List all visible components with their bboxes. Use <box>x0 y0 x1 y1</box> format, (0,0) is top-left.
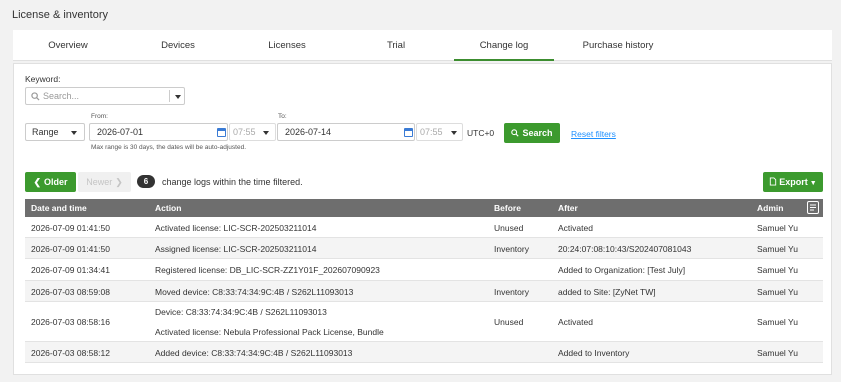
cell-date: 2026-07-03 08:58:16 <box>31 317 110 327</box>
chevron-down-icon: ▼ <box>809 180 817 187</box>
to-label: To: <box>278 113 287 120</box>
cell-action: Assigned license: LIC-SCR-202503211014 <box>155 244 317 254</box>
cell-admin: Samuel Yu <box>757 287 798 297</box>
export-button[interactable]: Export ▼ <box>763 172 823 192</box>
from-label: From: <box>91 113 108 120</box>
table-row[interactable]: 2026-07-03 08:58:16 Device: C8:33:74:34:… <box>25 302 823 342</box>
cell-date: 2026-07-09 01:41:50 <box>31 244 110 254</box>
cell-admin: Samuel Yu <box>757 265 798 275</box>
tab-bar: Overview Devices Licenses Trial Change l… <box>13 30 832 61</box>
cell-action-detail: Activated license: Nebula Professional P… <box>155 327 384 337</box>
tab-devices[interactable]: Devices <box>137 30 219 61</box>
from-date-input[interactable]: 2026-07-01 <box>89 123 228 141</box>
calendar-icon[interactable] <box>216 128 226 137</box>
cell-admin: Samuel Yu <box>757 348 798 358</box>
cell-before: Inventory <box>494 244 529 254</box>
cell-action: Registered license: DB_LIC-SCR-ZZ1Y01F_2… <box>155 265 380 275</box>
column-header-after: After <box>558 203 578 213</box>
cell-admin: Samuel Yu <box>757 317 798 327</box>
tab-licenses[interactable]: Licenses <box>245 30 329 61</box>
timezone-label: UTC+0 <box>467 128 495 138</box>
older-button-label: Older <box>44 177 68 187</box>
table-row[interactable]: 2026-07-09 01:41:50 Activated license: L… <box>25 217 823 238</box>
cell-action: Device: C8:33:74:34:9C:4B / S262L1109301… <box>155 307 327 317</box>
cell-action: Activated license: LIC-SCR-202503211014 <box>155 223 317 233</box>
keyword-search-field[interactable]: Search... <box>25 87 185 105</box>
column-header-admin: Admin <box>757 203 784 213</box>
cell-after: added to Site: [ZyNet TW] <box>558 287 656 297</box>
to-date-value: 2026-07-14 <box>285 127 332 137</box>
search-icon <box>511 129 520 137</box>
export-button-label: Export <box>779 177 808 187</box>
range-select[interactable]: Range <box>25 123 85 141</box>
table-row[interactable]: 2026-07-03 08:59:08 Moved device: C8:33:… <box>25 281 823 302</box>
table-header: Date and time Action Before After Admin <box>25 199 823 217</box>
chevron-down-icon <box>175 95 181 99</box>
to-time-select[interactable]: 07:55 <box>416 123 463 141</box>
cell-after: Activated <box>558 317 593 327</box>
cell-after: 20:24:07:08:10:43/S202407081043 <box>558 244 692 254</box>
from-time-value: 07:55 <box>233 127 256 137</box>
tab-overview[interactable]: Overview <box>25 30 111 61</box>
table-row[interactable]: 2026-07-03 08:58:12 Added device: C8:33:… <box>25 342 823 363</box>
calendar-icon[interactable] <box>403 128 413 137</box>
cell-date: 2026-07-03 08:59:08 <box>31 287 110 297</box>
tab-purchase-history[interactable]: Purchase history <box>564 30 672 61</box>
chevron-down-icon <box>451 131 457 135</box>
search-button-label: Search <box>522 128 553 138</box>
cell-admin: Samuel Yu <box>757 223 798 233</box>
change-log-panel: Keyword: Search... Range From: 2026-07-0… <box>13 63 832 375</box>
column-header-action: Action <box>155 203 182 213</box>
cell-date: 2026-07-09 01:41:50 <box>31 223 110 233</box>
table-row[interactable]: 2026-07-09 01:34:41 Registered license: … <box>25 259 823 281</box>
to-time-value: 07:55 <box>420 127 443 137</box>
document-icon <box>770 177 777 186</box>
chevron-left-icon: ❮ <box>33 177 42 187</box>
tab-trial[interactable]: Trial <box>356 30 436 61</box>
range-select-value: Range <box>32 127 59 137</box>
cell-before: Unused <box>494 317 524 327</box>
cell-before: Unused <box>494 223 524 233</box>
newer-button-label: Newer <box>86 177 113 187</box>
cell-before: Inventory <box>494 287 529 297</box>
cell-admin: Samuel Yu <box>757 244 798 254</box>
from-time-select[interactable]: 07:55 <box>229 123 276 141</box>
cell-date: 2026-07-03 08:58:12 <box>31 348 110 358</box>
log-count-text: change logs within the time filtered. <box>162 177 303 187</box>
chevron-down-icon <box>71 131 77 135</box>
search-placeholder: Search... <box>43 91 80 101</box>
cell-after: Added to Inventory <box>558 348 630 358</box>
column-header-before: Before <box>494 203 521 213</box>
keyword-label: Keyword: <box>25 74 61 84</box>
cell-after: Added to Organization: [Test July] <box>558 265 686 275</box>
from-date-value: 2026-07-01 <box>97 127 144 137</box>
page-title: License & inventory <box>12 9 108 21</box>
chevron-down-icon <box>263 131 269 135</box>
search-button[interactable]: Search <box>504 123 560 143</box>
search-icon <box>31 92 40 101</box>
tab-change-log[interactable]: Change log <box>454 30 554 61</box>
reset-filters-link[interactable]: Reset filters <box>571 129 616 139</box>
to-date-input[interactable]: 2026-07-14 <box>277 123 415 141</box>
log-count-badge: 6 <box>137 175 155 188</box>
cell-action: Added device: C8:33:74:34:9C:4B / S262L1… <box>155 348 353 358</box>
cell-after: Activated <box>558 223 593 233</box>
table-row[interactable]: 2026-07-09 01:41:50 Assigned license: LI… <box>25 238 823 259</box>
date-range-hint: Max range is 30 days, the dates will be … <box>91 144 247 151</box>
chevron-right-icon: ❯ <box>115 177 123 187</box>
older-button[interactable]: ❮ Older <box>25 172 76 192</box>
column-settings-icon[interactable] <box>807 201 819 214</box>
cell-date: 2026-07-09 01:34:41 <box>31 265 110 275</box>
column-header-date: Date and time <box>31 203 87 213</box>
newer-button[interactable]: Newer ❯ <box>78 172 131 192</box>
cell-action: Moved device: C8:33:74:34:9C:4B / S262L1… <box>155 287 354 297</box>
